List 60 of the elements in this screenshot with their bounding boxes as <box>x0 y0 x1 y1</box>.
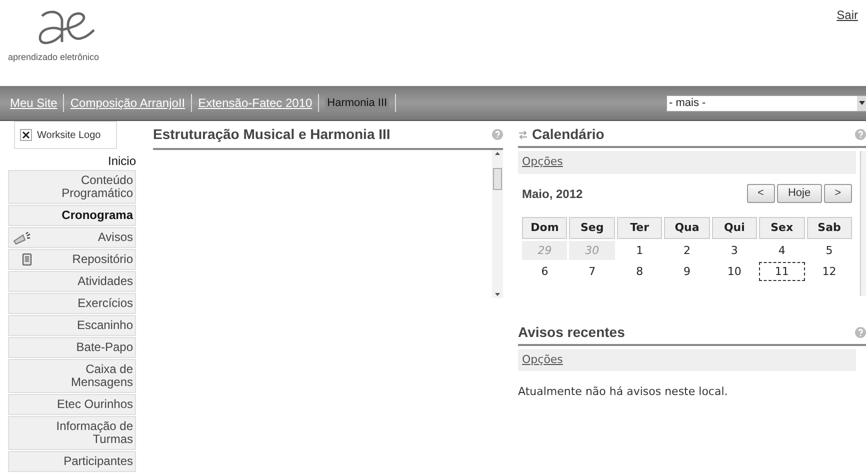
calendar-nav-button[interactable]: Hoje <box>776 184 822 203</box>
scroll-thumb[interactable] <box>493 168 502 190</box>
sidebar-item[interactable]: Atividades <box>8 271 136 292</box>
sidebar-link[interactable]: Inicio <box>8 153 136 169</box>
announcements-title: Avisos recentes <box>518 323 625 342</box>
weekday-header: Sab <box>806 217 852 239</box>
refresh-icon[interactable] <box>518 130 528 140</box>
document-icon <box>22 253 32 266</box>
options-link[interactable]: Opções <box>522 352 563 368</box>
scrollbar[interactable] <box>860 151 866 296</box>
calendar-nav-button[interactable]: < <box>746 184 775 203</box>
sidebar-item[interactable]: Escaninho <box>8 315 136 336</box>
sidebar-item[interactable]: Avisos <box>8 227 136 248</box>
empty-message: Atualmente não há avisos neste local. <box>518 384 729 400</box>
weekday-header: Sex <box>759 217 805 239</box>
help-icon[interactable] <box>492 129 503 140</box>
scroll-up-icon[interactable] <box>495 152 500 155</box>
weekday-header: Seg <box>569 217 615 239</box>
megaphone-icon <box>13 232 31 246</box>
calendar-day[interactable]: 7 <box>569 262 615 281</box>
sidebar-item[interactable]: Conteúdo Programático <box>8 170 136 204</box>
broken-image-icon <box>20 129 32 141</box>
panel-title: Estruturação Musical e Harmonia III <box>153 125 390 144</box>
sidebar-item[interactable]: Caixa de Mensagens <box>8 359 136 393</box>
calendar-day[interactable]: 9 <box>664 262 710 281</box>
calendar-title: Calendário <box>532 125 604 144</box>
site-tab[interactable]: Harmonia III <box>325 94 390 112</box>
options-link[interactable]: Opções <box>522 154 563 171</box>
scroll-down-icon[interactable] <box>495 293 500 296</box>
logo-caption: aprendizado eletrônico <box>8 51 100 64</box>
scrollbar[interactable] <box>492 150 503 298</box>
month-label: Maio, 2012 <box>522 186 583 202</box>
sidebar-item[interactable]: Etec Ourinhos <box>8 394 136 415</box>
calendar-day[interactable]: 4 <box>759 241 805 260</box>
calendar-day[interactable]: 1 <box>616 241 662 260</box>
weekday-header: Ter <box>616 217 662 239</box>
calendar-day[interactable]: 11 <box>759 262 805 281</box>
dropdown-icon <box>857 96 866 110</box>
calendar-day[interactable]: 5 <box>806 241 852 260</box>
logout-link[interactable]: Sair <box>836 6 858 24</box>
calendar-day[interactable]: 8 <box>616 262 662 281</box>
sidebar-item[interactable]: Participantes <box>8 451 136 472</box>
sidebar-item[interactable]: Repositório <box>8 249 136 270</box>
calendar-day[interactable]: 12 <box>806 262 852 281</box>
calendar-day[interactable]: 10 <box>712 262 758 281</box>
more-select[interactable]: - mais - <box>666 94 866 112</box>
weekday-header: Qui <box>712 217 758 239</box>
help-icon[interactable] <box>855 129 866 140</box>
worksite-logo: Worksite Logo <box>14 121 117 149</box>
calendar-day[interactable]: 3 <box>712 241 758 260</box>
weekday-header: Dom <box>522 217 568 239</box>
calendar-day[interactable]: 2 <box>664 241 710 260</box>
sidebar-item[interactable]: Informação de Turmas <box>8 416 136 450</box>
sidebar-item[interactable]: Cronograma <box>8 205 136 226</box>
calendar-nav-button[interactable]: > <box>824 184 852 203</box>
sidebar-item[interactable]: Bate-Papo <box>8 337 136 358</box>
calendar-day[interactable]: 6 <box>522 262 568 281</box>
help-icon[interactable] <box>855 327 866 338</box>
sidebar-item[interactable]: Exercícios <box>8 293 136 314</box>
weekday-header: Qua <box>664 217 710 239</box>
